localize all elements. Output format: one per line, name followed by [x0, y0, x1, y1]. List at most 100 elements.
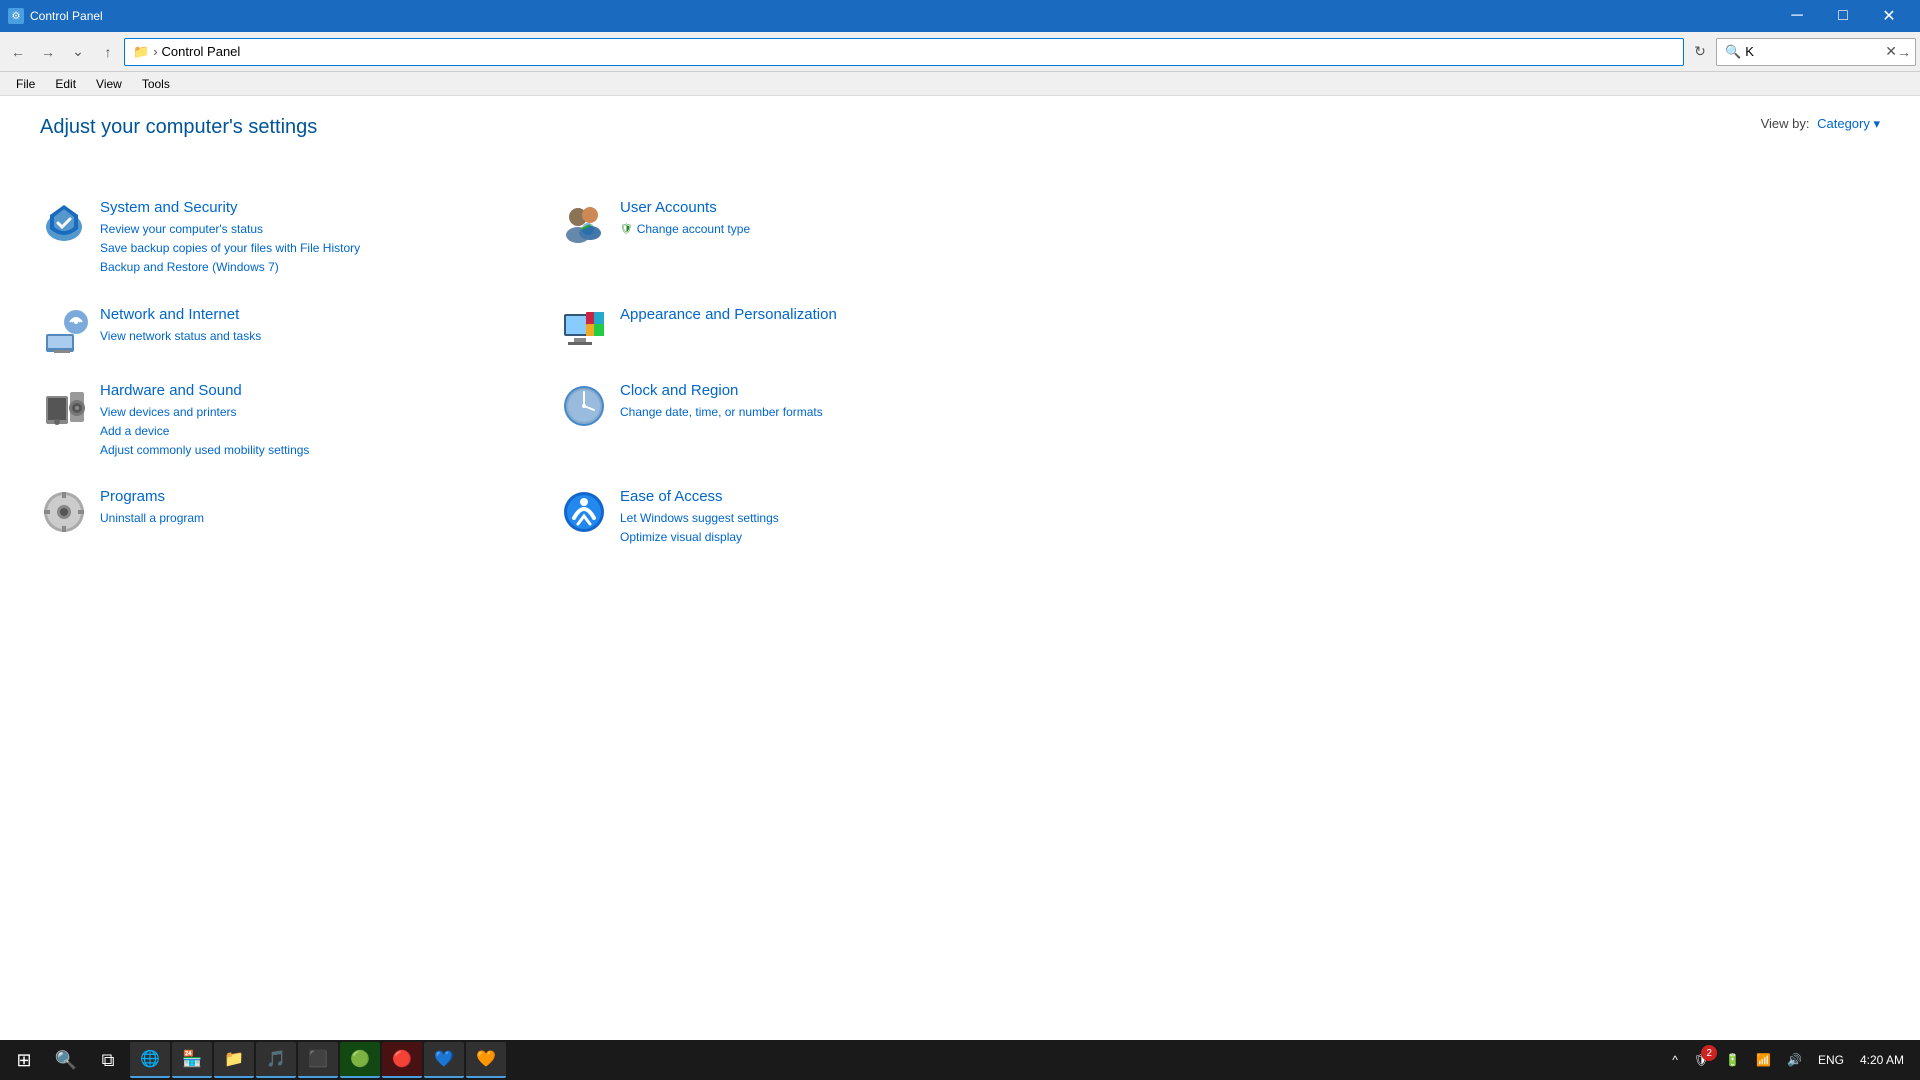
user-accounts-icon — [560, 199, 608, 247]
view-by-dropdown[interactable]: Category ▾ — [1817, 116, 1880, 131]
programs-icon — [40, 488, 88, 536]
title-bar: ⚙ Control Panel ─ □ ✕ — [0, 0, 1920, 32]
hardware-sound-content: Hardware and Sound View devices and prin… — [100, 382, 309, 461]
clock-region-title[interactable]: Clock and Region — [620, 382, 823, 399]
clear-search-button[interactable]: ✕ — [1885, 43, 1897, 60]
taskbar-app-edge[interactable]: 🌐 — [130, 1042, 170, 1078]
volume-icon: 🔊 — [1787, 1053, 1802, 1067]
hardware-sound-link-1[interactable]: View devices and printers — [100, 403, 309, 422]
taskbar-app-4[interactable]: 💙 — [424, 1042, 464, 1078]
programs-link-1[interactable]: Uninstall a program — [100, 509, 204, 528]
taskbar-app-1[interactable]: ⬛ — [298, 1042, 338, 1078]
taskbar-clock[interactable]: 4:20 AM — [1856, 1049, 1908, 1071]
system-security-link-3[interactable]: Backup and Restore (Windows 7) — [100, 258, 360, 277]
view-by-label: View by: — [1761, 116, 1810, 131]
taskbar-app-2[interactable]: 🟢 — [340, 1042, 380, 1078]
ease-of-access-link-2[interactable]: Optimize visual display — [620, 528, 779, 547]
maximize-button[interactable]: □ — [1820, 0, 1866, 32]
view-by-control: View by: Category ▾ — [1761, 116, 1880, 132]
chevron-icon: ^ — [1672, 1053, 1678, 1067]
system-security-link-2[interactable]: Save backup copies of your files with Fi… — [100, 239, 360, 258]
search-input[interactable] — [1745, 44, 1885, 59]
dropdown-button[interactable]: ⌄ — [64, 38, 92, 66]
appearance-title[interactable]: Appearance and Personalization — [620, 306, 837, 323]
programs-content: Programs Uninstall a program — [100, 488, 204, 528]
network-icon: 📶 — [1756, 1053, 1771, 1067]
appearance-icon — [560, 306, 608, 354]
clock-region-link-1[interactable]: Change date, time, or number formats — [620, 403, 823, 422]
ease-of-access-title[interactable]: Ease of Access — [620, 488, 779, 505]
window-controls: ─ □ ✕ — [1774, 0, 1912, 32]
category-appearance: Appearance and Personalization — [560, 298, 1040, 362]
taskbar-network[interactable]: 📶 — [1752, 1049, 1775, 1071]
appearance-content: Appearance and Personalization — [620, 306, 837, 327]
close-button[interactable]: ✕ — [1866, 0, 1912, 32]
user-accounts-content: User Accounts 🛡 Change account type — [620, 199, 750, 239]
hardware-sound-link-3[interactable]: Adjust commonly used mobility settings — [100, 441, 309, 460]
window-title: Control Panel — [30, 9, 1774, 23]
system-security-link-1[interactable]: Review your computer's status — [100, 220, 360, 239]
network-internet-icon — [40, 306, 88, 354]
ease-of-access-link-1[interactable]: Let Windows suggest settings — [620, 509, 779, 528]
network-internet-link-1[interactable]: View network status and tasks — [100, 327, 261, 346]
clock-region-icon — [560, 382, 608, 430]
start-button[interactable]: ⊞ — [4, 1040, 44, 1080]
menu-tools[interactable]: Tools — [134, 75, 178, 93]
search-icon: 🔍 — [1725, 44, 1741, 60]
battery-icon: 🔋 — [1725, 1053, 1740, 1067]
go-search-button[interactable]: → — [1897, 44, 1911, 60]
taskbar-volume[interactable]: 🔊 — [1783, 1049, 1806, 1071]
programs-title[interactable]: Programs — [100, 488, 204, 505]
category-user-accounts: User Accounts 🛡 Change account type — [560, 191, 1040, 286]
forward-button[interactable]: → — [34, 38, 62, 66]
taskbar-app-explorer[interactable]: 📁 — [214, 1042, 254, 1078]
task-view-button[interactable]: ⧉ — [88, 1040, 128, 1080]
taskbar-security-badge[interactable]: 🛡 2 — [1690, 1049, 1713, 1071]
user-accounts-link-1[interactable]: Change account type — [637, 220, 750, 239]
notification-badge: 2 — [1701, 1045, 1717, 1061]
taskbar-language[interactable]: ENG — [1814, 1049, 1848, 1071]
taskbar-app-store[interactable]: 🏪 — [172, 1042, 212, 1078]
minimize-button[interactable]: ─ — [1774, 0, 1820, 32]
language-label: ENG — [1818, 1053, 1844, 1067]
network-internet-title[interactable]: Network and Internet — [100, 306, 261, 323]
category-hardware-sound: Hardware and Sound View devices and prin… — [40, 374, 520, 469]
address-folder-icon: 📁 — [133, 44, 149, 60]
taskbar-right: ^ 🛡 2 🔋 📶 🔊 ENG 4:20 AM — [1668, 1049, 1916, 1071]
main-content: Adjust your computer's settings View by:… — [0, 96, 1920, 576]
search-button[interactable]: 🔍 — [46, 1040, 86, 1080]
taskbar-app-5[interactable]: 🧡 — [466, 1042, 506, 1078]
taskbar-notification-area[interactable]: ^ — [1668, 1049, 1682, 1071]
up-button[interactable]: ↑ — [94, 38, 122, 66]
category-ease-of-access: Ease of Access Let Windows suggest setti… — [560, 480, 1040, 555]
address-text: Control Panel — [162, 44, 241, 59]
app-icon: ⚙ — [8, 8, 24, 24]
taskbar-battery[interactable]: 🔋 — [1721, 1049, 1744, 1071]
ease-of-access-content: Ease of Access Let Windows suggest setti… — [620, 488, 779, 547]
refresh-button[interactable]: ↻ — [1686, 38, 1714, 66]
menu-bar: File Edit View Tools — [0, 72, 1920, 96]
category-clock-region: Clock and Region Change date, time, or n… — [560, 374, 1040, 469]
hardware-sound-title[interactable]: Hardware and Sound — [100, 382, 309, 399]
taskbar-app-media[interactable]: 🎵 — [256, 1042, 296, 1078]
back-button[interactable]: ← — [4, 38, 32, 66]
ease-of-access-icon — [560, 488, 608, 536]
search-box[interactable]: 🔍 ✕ → — [1716, 38, 1916, 66]
address-field[interactable]: 📁 › Control Panel — [124, 38, 1684, 66]
category-system-security: System and Security Review your computer… — [40, 191, 520, 286]
system-security-icon — [40, 199, 88, 247]
menu-view[interactable]: View — [88, 75, 130, 93]
system-security-title[interactable]: System and Security — [100, 199, 360, 216]
user-accounts-title[interactable]: User Accounts — [620, 199, 750, 216]
categories-grid: System and Security Review your computer… — [40, 191, 1040, 556]
menu-edit[interactable]: Edit — [47, 75, 84, 93]
menu-file[interactable]: File — [8, 75, 43, 93]
category-network-internet: Network and Internet View network status… — [40, 298, 520, 362]
address-bar: ← → ⌄ ↑ 📁 › Control Panel ↻ 🔍 ✕ → — [0, 32, 1920, 72]
taskbar: ⊞ 🔍 ⧉ 🌐 🏪 📁 🎵 ⬛ 🟢 🔴 💙 🧡 ^ 🛡 2 🔋 📶 🔊 ENG … — [0, 1040, 1920, 1080]
hardware-sound-icon — [40, 382, 88, 430]
network-internet-content: Network and Internet View network status… — [100, 306, 261, 346]
user-accounts-link-icon: 🛡 — [620, 224, 633, 235]
hardware-sound-link-2[interactable]: Add a device — [100, 422, 309, 441]
taskbar-app-3[interactable]: 🔴 — [382, 1042, 422, 1078]
